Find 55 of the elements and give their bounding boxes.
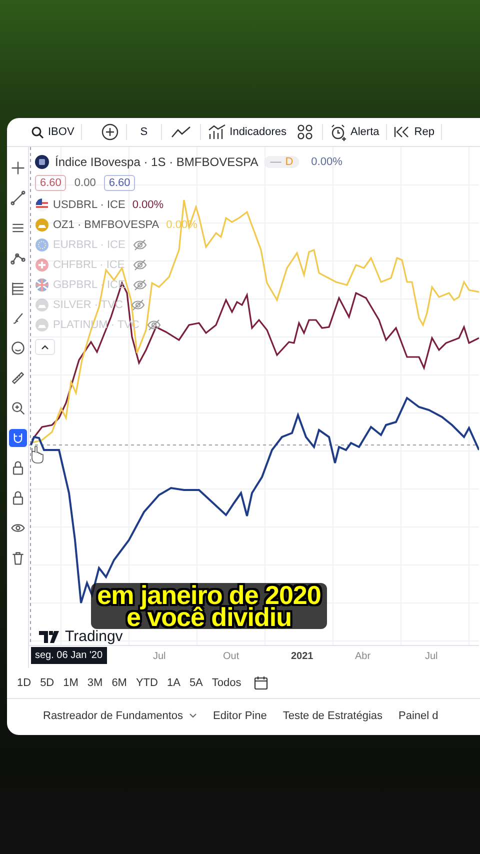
change-value: 0.00% [311,156,342,168]
logo-text: Tradingv [65,628,123,645]
flag-icon [35,278,49,292]
magnet-icon[interactable] [8,429,26,447]
replay-button[interactable]: Rep [390,123,438,141]
time-axis-label: Abr [355,651,371,662]
symbol-title: Índice IBovespa · 1S · BMFBOVESPA [55,155,258,169]
series-legend-item[interactable]: USDBRL · ICE 0.00% [35,197,342,213]
index-logo-icon [35,155,49,169]
indicators-button[interactable]: Indicadores [204,122,291,142]
flag-icon [35,218,49,232]
range-button[interactable]: 5A [185,675,207,691]
panel-tab[interactable]: Editor Pine [213,708,267,724]
flag-icon [35,298,49,312]
smiley-icon[interactable] [8,339,26,357]
rewind-icon [394,125,410,139]
range-button[interactable]: 3M [83,675,107,691]
eye-crossed-icon[interactable] [147,319,162,331]
time-axis-label: 2021 [291,651,314,662]
alarm-clock-icon [330,124,347,140]
range-button[interactable]: 1D [13,675,36,691]
range-button[interactable]: 1M [59,675,82,691]
alert-button[interactable]: Alerta [326,122,384,142]
time-axis-label: Out [223,651,240,662]
range-button[interactable]: Todos [208,675,246,691]
range-button[interactable]: YTD [132,675,162,691]
panel-tab[interactable]: Rastreador de Fundamentos [43,708,198,724]
flag-icon [35,198,49,212]
flag-icon [35,258,49,272]
trend-line-icon[interactable] [8,189,26,207]
flag-icon [35,318,49,332]
crosshair-date-label: seg. 06 Jan '20 [31,647,107,664]
time-axis-label: Jul [425,651,438,662]
time-axis-label: Jul [153,651,166,662]
range-button[interactable]: 5D [36,675,58,691]
symbol-search[interactable]: IBOV [27,124,78,140]
panel-tab[interactable]: Painel d [398,708,438,724]
collapse-button[interactable] [35,339,55,355]
calendar-icon[interactable] [254,676,268,690]
panel-tab[interactable]: Teste de Estratégias [282,708,383,724]
spread-value: 0.00 [73,176,97,190]
hand-cursor-icon [32,446,44,464]
buy-price[interactable]: 6.60 [104,175,136,191]
chevron-down-icon [189,713,198,719]
market-status-badge: — D [264,156,300,168]
range-button[interactable]: 1A [162,675,184,691]
chevron-up-icon [40,343,50,351]
bar-chart-icon [208,124,226,140]
search-icon [31,126,44,138]
video-caption: em janeiro de 2020 e você dividiu [91,583,327,629]
flag-icon [35,238,49,252]
interval-button[interactable]: S [136,124,152,140]
range-button[interactable]: 6M [108,675,131,691]
logo-icon [39,630,61,642]
sell-price[interactable]: 6.60 [35,175,66,191]
